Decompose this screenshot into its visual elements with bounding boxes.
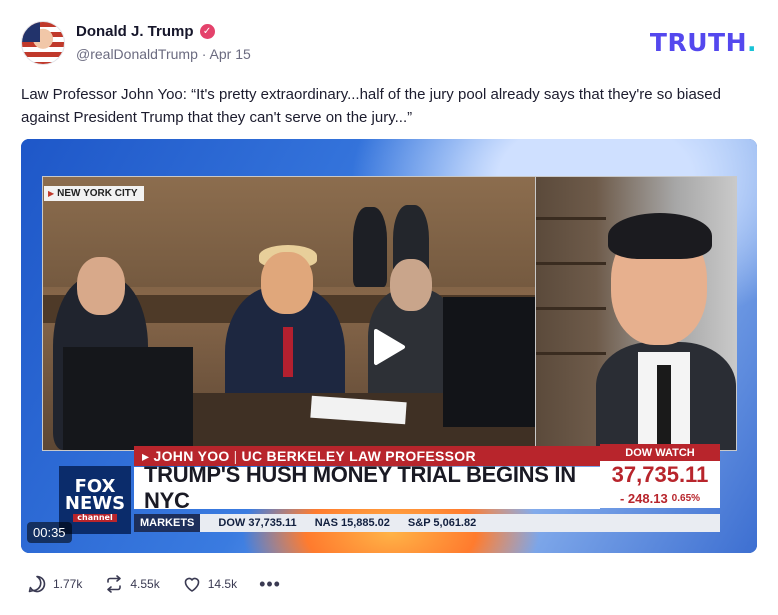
ticker-item: DOW 37,735.11 <box>218 517 297 529</box>
dow-watch-box: DOW WATCH 37,735.11 - 248.13 0.65% <box>600 444 720 514</box>
retruth-count: 4.55k <box>130 577 160 591</box>
guest-tie <box>657 365 671 445</box>
bookshelf <box>536 352 606 355</box>
video-player[interactable]: ▶ NEW YORK CITY ▸ JOHN YOO | UC BERKELEY… <box>21 139 757 553</box>
guest-hair <box>608 213 712 259</box>
bookshelf <box>536 307 606 310</box>
courtroom-frame <box>42 176 538 451</box>
display-name[interactable]: Donald J. Trump <box>76 23 194 40</box>
video-duration: 00:35 <box>27 522 72 543</box>
handle[interactable]: @realDonaldTrump <box>76 46 198 62</box>
market-ticker: MARKETS DOW 37,735.11 NAS 15,885.02 S&P … <box>134 514 720 532</box>
post-date[interactable]: Apr 15 <box>210 46 251 62</box>
reply-icon <box>28 575 46 593</box>
logo-text: TRUTH <box>649 28 747 57</box>
ticker-item: S&P 5,061.82 <box>407 517 477 529</box>
avatar[interactable] <box>21 21 65 65</box>
monitor <box>63 347 193 450</box>
dow-change: - 248.13 0.65% <box>600 488 720 508</box>
verified-badge-icon: ✓ <box>199 24 215 39</box>
retruth-button[interactable]: 4.55k <box>104 574 160 594</box>
news-lower-third: ▸ JOHN YOO | UC BERKELEY LAW PROFESSOR T… <box>21 444 757 553</box>
handle-line: @realDonaldTrump · Apr 15 <box>76 46 251 62</box>
bookshelf <box>536 217 606 220</box>
reply-button[interactable]: 1.77k <box>27 574 82 594</box>
like-count: 14.5k <box>207 577 238 591</box>
court-officer <box>353 207 387 287</box>
reply-count: 1.77k <box>53 577 83 591</box>
like-button[interactable]: 14.5k <box>182 574 237 594</box>
dow-label: DOW WATCH <box>600 444 720 461</box>
more-options-button[interactable]: ••• <box>259 575 281 593</box>
bookshelf <box>536 262 606 265</box>
dow-value: 37,735.11 <box>600 461 720 488</box>
retruth-icon <box>107 575 122 593</box>
monitor <box>443 297 537 427</box>
ticker-item: NAS 15,885.02 <box>314 517 390 529</box>
post-text: Law Professor John Yoo: “It's pretty ext… <box>21 86 721 126</box>
ticker-markets-label: MARKETS <box>134 514 201 532</box>
location-label: NEW YORK CITY <box>57 188 138 199</box>
display-name-row: Donald J. Trump ✓ <box>76 23 215 40</box>
logo-dot: . <box>747 28 757 57</box>
headline-bar: TRUMP'S HUSH MONEY TRIAL BEGINS IN NYC <box>134 462 600 513</box>
location-tag: ▶ NEW YORK CITY <box>44 186 144 201</box>
play-button[interactable] <box>371 327 407 367</box>
dow-change-pct: 0.65% <box>671 492 701 504</box>
heart-icon <box>184 577 200 592</box>
play-arrow-icon: ▶ <box>48 189 55 198</box>
network-line3: channel <box>73 514 117 522</box>
network-line2: NEWS <box>64 493 126 515</box>
dow-change-value: - 248.13 <box>619 490 668 506</box>
truth-social-logo[interactable]: TRUTH. <box>650 28 757 57</box>
separator: · <box>201 46 207 62</box>
play-icon <box>374 329 405 365</box>
post-actions: 1.77k 4.55k 14.5k ••• <box>27 574 281 594</box>
guest-frame <box>535 176 737 451</box>
